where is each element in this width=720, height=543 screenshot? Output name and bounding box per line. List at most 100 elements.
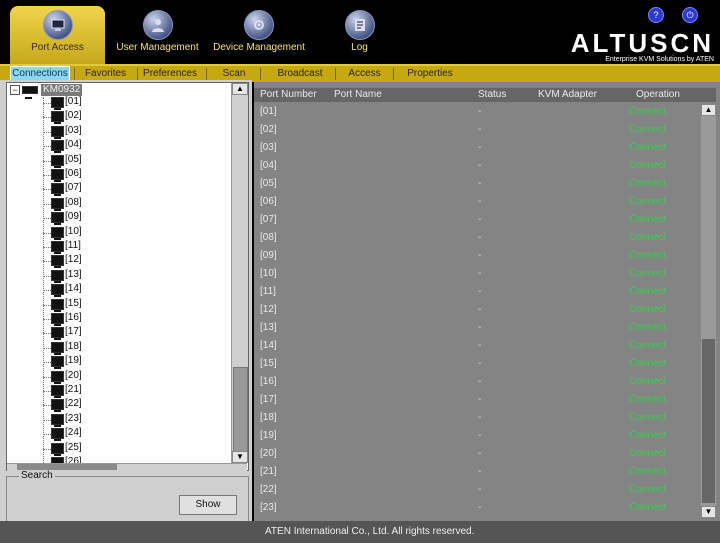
status-cell: - [478,412,482,423]
table-row[interactable]: [14] - Connect [254,337,701,355]
tab-broadcast[interactable]: Broadcast [270,66,330,82]
table-row[interactable]: [10] - Connect [254,265,701,283]
tree-port-item[interactable]: [02] [43,110,223,125]
tree-port-item[interactable]: [11] [43,240,223,254]
tree-port-item[interactable]: [23] [43,413,223,427]
tree-root[interactable]: − KM0932 [7,83,231,99]
table-row[interactable]: [20] - Connect [254,445,701,463]
connect-link[interactable]: Connect [629,178,666,189]
connect-link[interactable]: Connect [629,358,666,369]
table-row[interactable]: [19] - Connect [254,427,701,445]
table-row[interactable]: [07] - Connect [254,211,701,229]
connect-link[interactable]: Connect [629,304,666,315]
tree-port-item[interactable]: [24] [43,427,223,442]
tree-port-item[interactable]: [25] [43,442,223,456]
table-row[interactable]: [16] - Connect [254,373,701,391]
table-row[interactable]: [04] - Connect [254,157,701,175]
scroll-down-icon[interactable]: ▼ [701,506,716,518]
tree-port-item[interactable]: [09] [43,211,223,226]
connect-link[interactable]: Connect [629,412,666,423]
tree-port-item[interactable]: [21] [43,384,223,398]
connect-link[interactable]: Connect [629,286,666,297]
table-row[interactable]: [02] - Connect [254,121,701,139]
nav-device-management[interactable]: Device Management [210,6,308,64]
table-row[interactable]: [13] - Connect [254,319,701,337]
table-row[interactable]: [23] - Connect [254,499,701,517]
header-port-name[interactable]: Port Name [334,88,382,102]
connect-link[interactable]: Connect [629,142,666,153]
connect-link[interactable]: Connect [629,196,666,207]
scroll-up-icon[interactable]: ▲ [232,83,248,95]
show-button[interactable]: Show [179,495,237,515]
tree-port-item[interactable]: [19] [43,355,223,370]
connect-link[interactable]: Connect [629,340,666,351]
table-row[interactable]: [03] - Connect [254,139,701,157]
tree-port-item[interactable]: [01] [43,96,223,110]
connect-link[interactable]: Connect [629,268,666,279]
table-vertical-scrollbar[interactable]: ▲ ▼ [701,104,716,518]
table-row[interactable]: [06] - Connect [254,193,701,211]
table-row[interactable]: [08] - Connect [254,229,701,247]
scroll-thumb[interactable] [233,367,248,453]
collapse-icon[interactable]: − [10,85,20,95]
tree-port-item[interactable]: [05] [43,154,223,168]
tree-port-item[interactable]: [10] [43,226,223,240]
connect-link[interactable]: Connect [629,394,666,405]
status-cell: - [478,106,482,117]
connect-link[interactable]: Connect [629,466,666,477]
help-icon[interactable]: ? [648,7,664,23]
tree-port-item[interactable]: [15] [43,298,223,312]
connect-link[interactable]: Connect [629,448,666,459]
table-row[interactable]: [22] - Connect [254,481,701,499]
table-row[interactable]: [05] - Connect [254,175,701,193]
tree-port-item[interactable]: [14] [43,283,223,298]
tree-port-item[interactable]: [13] [43,269,223,283]
table-row[interactable]: [01] - Connect [254,103,701,121]
table-row[interactable]: [15] - Connect [254,355,701,373]
tree-port-item[interactable]: [17] [43,326,223,341]
header-operation[interactable]: Operation [636,88,680,102]
tree-port-item[interactable]: [06] [43,168,223,182]
connect-link[interactable]: Connect [629,124,666,135]
tree-port-item[interactable]: [12] [43,254,223,269]
connect-link[interactable]: Connect [629,214,666,225]
scroll-thumb[interactable] [702,339,715,503]
tab-access[interactable]: Access [342,66,387,82]
table-row[interactable]: [17] - Connect [254,391,701,409]
connect-link[interactable]: Connect [629,322,666,333]
connect-link[interactable]: Connect [629,502,666,513]
scroll-up-icon[interactable]: ▲ [701,104,716,116]
tree-vertical-scrollbar[interactable]: ▲ ▼ [231,83,248,463]
tree-port-item[interactable]: [22] [43,398,223,413]
table-row[interactable]: [11] - Connect [254,283,701,301]
connect-link[interactable]: Connect [629,250,666,261]
connect-link[interactable]: Connect [629,232,666,243]
tree-port-item[interactable]: [04] [43,139,223,154]
tree-port-item[interactable]: [08] [43,197,223,211]
table-row[interactable]: [18] - Connect [254,409,701,427]
nav-port-access[interactable]: Port Access [10,6,105,64]
table-row[interactable]: [21] - Connect [254,463,701,481]
scroll-down-icon[interactable]: ▼ [232,451,248,463]
connect-link[interactable]: Connect [629,430,666,441]
tree-connector [43,319,51,320]
tree-port-item[interactable]: [26] [43,456,223,463]
tree-port-item[interactable]: [18] [43,341,223,355]
header-status[interactable]: Status [478,88,506,102]
header-kvm-adapter[interactable]: KVM Adapter [538,88,597,102]
nav-log[interactable]: Log [312,6,407,64]
table-row[interactable]: [09] - Connect [254,247,701,265]
connect-link[interactable]: Connect [629,376,666,387]
tree-port-item[interactable]: [16] [43,312,223,326]
tree-port-item[interactable]: [20] [43,370,223,384]
header-port-number[interactable]: Port Number [260,88,317,102]
tab-properties[interactable]: Properties [400,66,460,82]
table-row[interactable]: [12] - Connect [254,301,701,319]
nav-user-management[interactable]: User Management [110,6,205,64]
tree-port-item[interactable]: [03] [43,125,223,139]
connect-link[interactable]: Connect [629,160,666,171]
connect-link[interactable]: Connect [629,106,666,117]
connect-link[interactable]: Connect [629,484,666,495]
logout-icon[interactable]: ⏻ [682,7,698,23]
tree-port-item[interactable]: [07] [43,182,223,197]
